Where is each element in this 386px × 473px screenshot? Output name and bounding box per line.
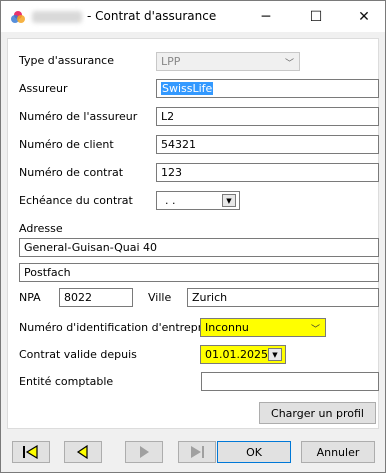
type-assurance-select[interactable]: LPP ﹀ — [156, 52, 300, 71]
numero-assureur-label: Numéro de l'assureur — [19, 110, 138, 123]
previous-icon — [76, 445, 88, 459]
ok-button[interactable]: OK — [217, 441, 291, 463]
ville-input[interactable]: Zurich — [187, 288, 379, 307]
previous-record-button[interactable] — [64, 441, 102, 463]
ville-value: Zurich — [192, 291, 228, 304]
charger-profil-button[interactable]: Charger un profil — [259, 402, 376, 424]
skip-first-icon — [23, 445, 38, 459]
type-assurance-value: LPP — [161, 55, 181, 68]
close-button[interactable]: ✕ — [341, 1, 386, 32]
next-record-button[interactable] — [125, 441, 163, 463]
chevron-down-icon: ﹀ — [284, 59, 294, 69]
numero-assureur-value: L2 — [161, 110, 175, 123]
skip-last-icon — [191, 446, 204, 458]
npa-value: 8022 — [64, 291, 92, 304]
ide-select[interactable]: Inconnu ﹀ — [200, 318, 326, 337]
assureur-label: Assureur — [19, 82, 68, 95]
type-assurance-label: Type d'assurance — [19, 54, 114, 67]
echeance-dropdown-icon[interactable]: ▼ — [222, 194, 236, 207]
adresse-line1-input[interactable]: General-Guisan-Quai 40 — [19, 238, 379, 257]
minimize-button[interactable]: ─ — [243, 1, 289, 32]
echeance-label: Echéance du contrat — [19, 194, 133, 207]
window-title: - Contrat d'assurance — [87, 9, 217, 23]
adresse-label: Adresse — [19, 222, 63, 235]
adresse-line1-value: General-Guisan-Quai 40 — [24, 241, 158, 254]
contrat-valide-date-picker[interactable]: 01.01.2025 ▼ — [200, 345, 286, 364]
ide-value: Inconnu — [205, 321, 249, 334]
first-record-button[interactable] — [12, 441, 50, 463]
adresse-line2-value: Postfach — [24, 266, 71, 279]
echeance-date-picker[interactable]: . . ▼ — [156, 191, 240, 210]
dialog-window: - Contrat d'assurance ─ ☐ ✕ Type d'assur… — [0, 0, 386, 473]
blurred-app-name — [32, 11, 82, 23]
assureur-value: SwissLife — [161, 82, 214, 95]
assureur-input[interactable]: SwissLife — [156, 79, 379, 98]
echeance-value: . . — [165, 194, 176, 207]
contrat-valide-label: Contrat valide depuis — [19, 348, 137, 361]
numero-contrat-label: Numéro de contrat — [19, 166, 124, 179]
last-record-button[interactable] — [178, 441, 216, 463]
numero-client-input[interactable]: 54321 — [156, 135, 379, 154]
entite-label: Entité comptable — [19, 375, 114, 388]
numero-contrat-input[interactable]: 123 — [156, 163, 379, 182]
annuler-button[interactable]: Annuler — [301, 441, 375, 463]
form-panel: Type d'assurance LPP ﹀ Assureur SwissLif… — [7, 38, 379, 429]
close-icon: ✕ — [358, 8, 370, 25]
adresse-line2-input[interactable]: Postfach — [19, 263, 379, 282]
next-icon — [140, 446, 149, 458]
maximize-button[interactable]: ☐ — [293, 1, 339, 32]
numero-client-label: Numéro de client — [19, 138, 114, 151]
ide-label: Numéro d'identification d'entreprise — [19, 321, 218, 334]
app-logo-icon — [11, 11, 25, 23]
numero-assureur-input[interactable]: L2 — [156, 107, 379, 126]
ville-label: Ville — [148, 291, 172, 304]
minimize-icon: ─ — [261, 8, 271, 25]
title-bar: - Contrat d'assurance ─ ☐ ✕ — [1, 1, 385, 32]
npa-input[interactable]: 8022 — [59, 288, 133, 307]
entite-input[interactable] — [201, 372, 379, 391]
numero-contrat-value: 123 — [161, 166, 182, 179]
npa-label: NPA — [19, 291, 41, 304]
contrat-valide-dropdown-icon[interactable]: ▼ — [268, 348, 282, 361]
maximize-icon: ☐ — [309, 8, 323, 25]
numero-client-value: 54321 — [161, 138, 196, 151]
chevron-down-icon: ﹀ — [310, 325, 320, 335]
contrat-valide-value: 01.01.2025 — [205, 348, 268, 361]
